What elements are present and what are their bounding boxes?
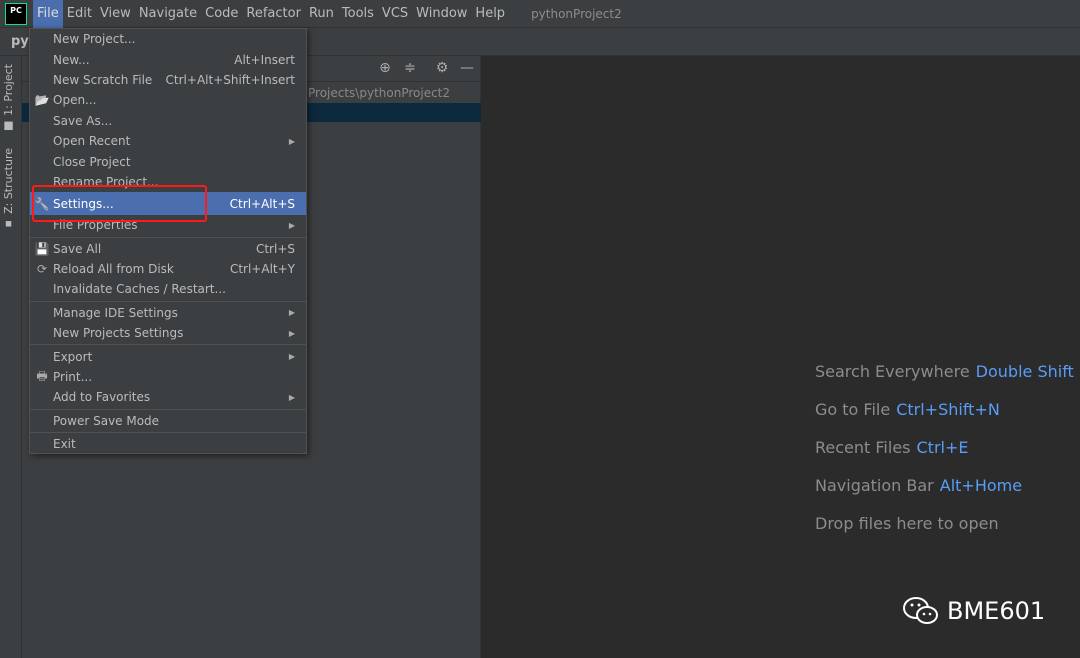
menu-window[interactable]: Window <box>412 0 471 28</box>
hint-shortcut: Alt+Home <box>939 476 1023 495</box>
watermark: BME601 <box>903 596 1045 626</box>
menu-separator <box>30 236 306 238</box>
menu-separator <box>30 344 306 346</box>
menu-item-label: New Projects Settings <box>53 326 184 341</box>
menu-item-print[interactable]: 🖶 Print... <box>30 367 306 387</box>
gear-icon[interactable]: ⚙ <box>433 60 451 78</box>
wechat-icon <box>903 597 938 624</box>
menu-code[interactable]: Code <box>201 0 242 28</box>
menu-item-label: New... <box>53 52 90 67</box>
left-tool-strip: ■ 1: Project ▪ Z: Structure <box>0 56 22 658</box>
menu-item-shortcut: Ctrl+S <box>255 241 295 256</box>
menu-item-exit[interactable]: Exit <box>30 434 306 454</box>
menu-item-label: Invalidate Caches / Restart... <box>53 282 226 297</box>
hint-row: Navigation Bar Alt+Home <box>815 476 1074 514</box>
menu-separator <box>30 300 306 302</box>
menu-item-label: Save As... <box>53 113 113 128</box>
menu-item-new[interactable]: New... Alt+Insert <box>30 49 306 69</box>
hint-shortcut: Double Shift <box>975 362 1074 381</box>
menu-item-shortcut: Alt+Insert <box>234 52 295 67</box>
menu-item-label: New Project... <box>53 32 136 47</box>
nav-project-name[interactable]: py <box>11 34 29 49</box>
menu-item-shortcut: Ctrl+Alt+S <box>229 196 295 211</box>
menu-item-open[interactable]: 📂 Open... <box>30 90 306 110</box>
hint-label: Recent Files <box>815 438 911 457</box>
reload-icon: ⟳ <box>36 262 48 277</box>
welcome-hints: Search Everywhere Double Shift Go to File C… <box>815 362 1074 552</box>
menu-item-label: Export <box>53 349 93 364</box>
menu-item-invalidate-caches-restart[interactable]: Invalidate Caches / Restart... <box>30 279 306 299</box>
print-icon: 🖶 <box>36 368 48 383</box>
menu-refactor[interactable]: Refactor <box>242 0 305 28</box>
hint-row: Recent Files Ctrl+E <box>815 438 1074 476</box>
menu-item-close-project[interactable]: Close Project <box>30 151 306 171</box>
minimize-icon[interactable]: — <box>458 60 476 78</box>
menu-item-save-all[interactable]: 💾 Save All Ctrl+S <box>30 239 306 259</box>
menu-file[interactable]: File <box>33 0 63 28</box>
pycharm-logo-icon: PC <box>5 2 27 25</box>
submenu-arrow-icon: ▶ <box>288 220 295 230</box>
highlight-box <box>32 185 207 222</box>
menu-item-power-save-mode[interactable]: Power Save Mode <box>30 411 306 431</box>
menu-item-open-recent[interactable]: Open Recent ▶ <box>30 131 306 151</box>
menu-item-label: Power Save Mode <box>53 413 160 428</box>
window-title: pythonProject2 <box>531 6 622 21</box>
submenu-arrow-icon: ▶ <box>288 392 295 402</box>
submenu-arrow-icon: ▶ <box>288 136 295 146</box>
menu-item-manage-ide-settings[interactable]: Manage IDE Settings ▶ <box>30 303 306 323</box>
locate-icon[interactable]: ⊕ <box>376 60 394 78</box>
structure-icon: ▪ <box>2 217 15 231</box>
menu-item-reload-all-from-disk[interactable]: ⟳ Reload All from Disk Ctrl+Alt+Y <box>30 259 306 279</box>
submenu-arrow-icon: ▶ <box>288 352 295 362</box>
menu-item-new-scratch-file[interactable]: New Scratch File Ctrl+Alt+Shift+Insert <box>30 70 306 90</box>
menu-item-shortcut: Ctrl+Alt+Shift+Insert <box>165 72 295 87</box>
submenu-arrow-icon: ▶ <box>288 308 295 318</box>
menu-view[interactable]: View <box>96 0 135 28</box>
menu-separator <box>30 432 306 434</box>
hint-label: Navigation Bar <box>815 476 934 495</box>
hint-row: Search Everywhere Double Shift <box>815 362 1074 400</box>
hint-row: Go to File Ctrl+Shift+N <box>815 400 1074 438</box>
submenu-arrow-icon: ▶ <box>288 328 295 338</box>
menu-item-label: Save All <box>53 241 102 256</box>
menu-item-label: Add to Favorites <box>53 390 151 405</box>
menu-help[interactable]: Help <box>471 0 509 28</box>
menu-item-label: New Scratch File <box>53 72 153 87</box>
menu-edit[interactable]: Edit <box>63 0 96 28</box>
menu-item-new-project[interactable]: New Project... <box>30 29 306 49</box>
menu-item-label: Exit <box>53 437 76 452</box>
menu-vcs[interactable]: VCS <box>378 0 412 28</box>
menu-item-export[interactable]: Export ▶ <box>30 346 306 366</box>
save-icon: 💾 <box>34 241 50 256</box>
menu-item-label: Open... <box>53 93 97 108</box>
tab-structure[interactable]: ▪ Z: Structure <box>2 148 15 231</box>
hint-shortcut: Ctrl+E <box>916 438 969 457</box>
menu-item-shortcut: Ctrl+Alt+Y <box>229 262 295 277</box>
menu-item-add-to-favorites[interactable]: Add to Favorites ▶ <box>30 387 306 407</box>
menu-item-label: Open Recent <box>53 134 131 149</box>
menu-tools[interactable]: Tools <box>338 0 378 28</box>
menu-navigate[interactable]: Navigate <box>135 0 201 28</box>
menu-item-label: Print... <box>53 370 93 385</box>
menu-item-label: Manage IDE Settings <box>53 305 178 320</box>
menu-bar: PC File Edit View Navigate Code Refactor Run To… <box>0 0 1080 28</box>
hint-label: Drop files here to open <box>815 514 999 533</box>
folder-icon: ■ <box>2 119 15 133</box>
hint-label: Go to File <box>815 400 891 419</box>
menu-item-label: Reload All from Disk <box>53 262 174 277</box>
hint-label: Search Everywhere <box>815 362 970 381</box>
menu-separator <box>30 408 306 410</box>
folder-open-icon: 📂 <box>34 93 50 108</box>
menu-item-save-as[interactable]: Save As... <box>30 111 306 131</box>
menu-item-new-projects-settings[interactable]: New Projects Settings ▶ <box>30 323 306 343</box>
project-path: Projects\pythonProject2 <box>308 86 451 100</box>
menu-run[interactable]: Run <box>305 0 338 28</box>
file-menu: New Project... New... Alt+Insert New Scratc… <box>29 28 307 454</box>
tab-project[interactable]: ■ 1: Project <box>2 64 15 133</box>
collapse-icon[interactable]: ≑ <box>401 60 419 78</box>
hint-shortcut: Ctrl+Shift+N <box>896 400 1000 419</box>
menu-item-label: Close Project <box>53 154 131 169</box>
hint-row: Drop files here to open <box>815 514 1074 552</box>
